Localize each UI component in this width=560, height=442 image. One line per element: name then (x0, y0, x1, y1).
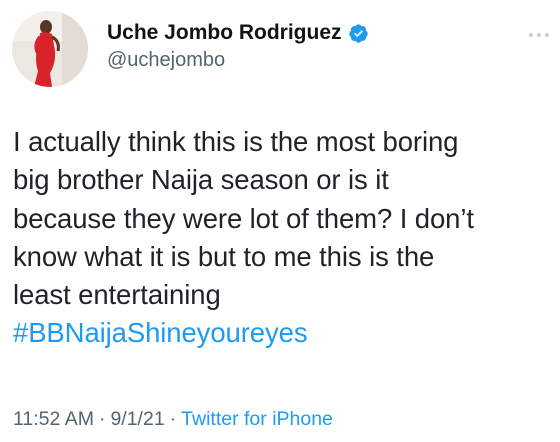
avatar[interactable] (12, 11, 88, 87)
tweet-meta: 11:52 AM · 9/1/21 · Twitter for iPhone (13, 408, 333, 431)
tweet-text-line: big brother Naija season or is it (13, 164, 389, 196)
tweet-text-line: know what it is but to me this is the (13, 240, 435, 272)
author-display-name[interactable]: Uche Jombo Rodriguez (107, 21, 342, 45)
tweet-text-line: least entertaining (13, 279, 221, 311)
verified-badge-icon (348, 23, 369, 44)
tweet-date[interactable]: 9/1/21 (110, 408, 164, 430)
tweet-text: I actually think this is the most boring… (13, 123, 553, 353)
author-name-row: Uche Jombo Rodriguez (107, 18, 369, 48)
tweet-text-line: because they were lot of them? I don’t (13, 202, 474, 234)
meta-separator: · (169, 408, 177, 430)
more-options-icon[interactable] (527, 30, 551, 42)
avatar-image (12, 11, 88, 87)
author-handle[interactable]: @uchejombo (107, 49, 225, 72)
meta-separator: · (98, 408, 106, 430)
tweet-source-link[interactable]: Twitter for iPhone (181, 408, 333, 430)
tweet-time[interactable]: 11:52 AM (13, 408, 94, 430)
hashtag-link[interactable]: #BBNaijaShineyoureyes (13, 314, 553, 352)
tweet-card: Uche Jombo Rodriguez @uchejombo I actual… (0, 0, 560, 442)
tweet-text-line: I actually think this is the most boring (13, 126, 459, 157)
